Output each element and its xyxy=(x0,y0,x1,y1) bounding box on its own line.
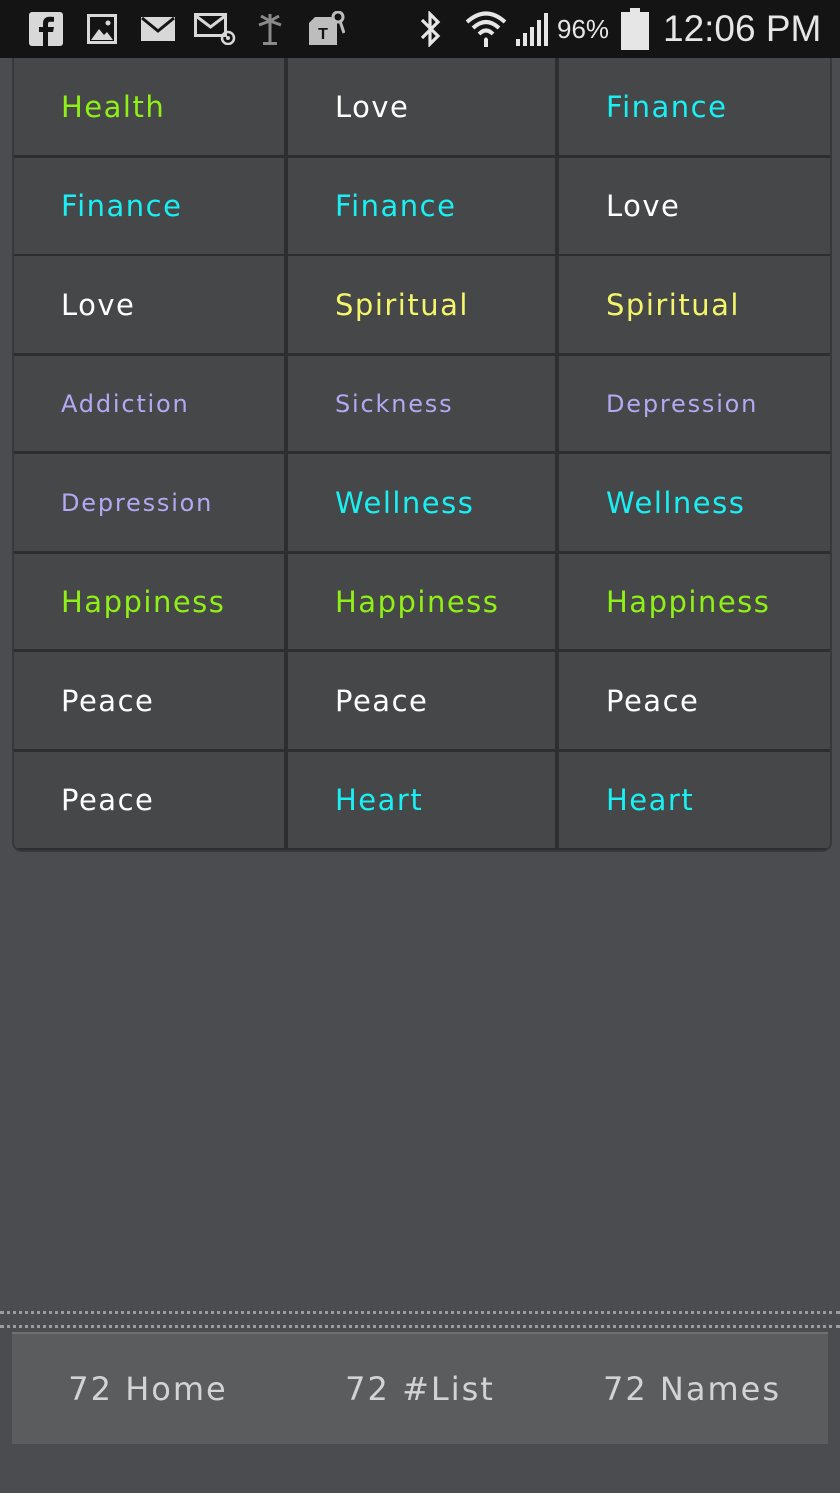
category-cell-love[interactable]: Love xyxy=(559,158,830,254)
category-cell-heart[interactable]: Heart xyxy=(288,752,555,848)
category-cell-happiness[interactable]: Happiness xyxy=(559,554,830,649)
status-bar: T 96% 12:06 PM xyxy=(0,0,840,58)
gallery-icon xyxy=(86,10,118,48)
facebook-icon xyxy=(28,10,64,48)
category-cell-love[interactable]: Love xyxy=(288,58,555,155)
dotted-divider-top xyxy=(0,1311,840,1314)
category-cell-spiritual[interactable]: Spiritual xyxy=(288,256,555,353)
category-cell-wellness[interactable]: Wellness xyxy=(288,454,555,551)
bluetooth-icon xyxy=(416,10,446,48)
category-cell-depression[interactable]: Depression xyxy=(559,356,830,451)
category-cell-wellness[interactable]: Wellness xyxy=(559,454,830,551)
tab-list[interactable]: 72 #List xyxy=(284,1334,556,1444)
category-cell-spiritual[interactable]: Spiritual xyxy=(559,256,830,353)
category-cell-health[interactable]: Health xyxy=(14,58,284,155)
category-cell-heart[interactable]: Heart xyxy=(559,752,830,848)
category-cell-sickness[interactable]: Sickness xyxy=(288,356,555,451)
category-cell-peace[interactable]: Peace xyxy=(14,752,284,848)
category-cell-finance[interactable]: Finance xyxy=(288,158,555,254)
wifi-icon xyxy=(464,10,508,48)
tab-home[interactable]: 72 Home xyxy=(12,1334,284,1444)
tab-names[interactable]: 72 Names xyxy=(556,1334,828,1444)
palm-tree-icon xyxy=(256,10,284,48)
category-cell-peace[interactable]: Peace xyxy=(14,652,284,749)
svg-text:T: T xyxy=(318,26,328,43)
category-cell-finance[interactable]: Finance xyxy=(559,58,830,155)
category-cell-peace[interactable]: Peace xyxy=(288,652,555,749)
category-cell-happiness[interactable]: Happiness xyxy=(14,554,284,649)
category-cell-happiness[interactable]: Happiness xyxy=(288,554,555,649)
signal-icon xyxy=(514,10,552,48)
category-cell-finance[interactable]: Finance xyxy=(14,158,284,254)
email-alert-icon xyxy=(193,10,237,48)
email-icon xyxy=(140,10,176,48)
category-cell-addiction[interactable]: Addiction xyxy=(14,356,284,451)
clock: 12:06 PM xyxy=(663,8,822,49)
tmobile-icon: T xyxy=(306,10,346,48)
category-cell-love[interactable]: Love xyxy=(14,256,284,353)
battery-percent: 96% xyxy=(557,14,610,44)
category-cell-depression[interactable]: Depression xyxy=(14,454,284,551)
category-grid: Health Love Finance Finance Finance Love Love S… xyxy=(12,58,832,852)
dotted-divider-bottom xyxy=(0,1325,840,1328)
category-cell-peace[interactable]: Peace xyxy=(559,652,830,749)
battery-icon xyxy=(619,7,651,51)
bottom-tab-bar: 72 Home 72 #List 72 Names xyxy=(12,1332,828,1444)
